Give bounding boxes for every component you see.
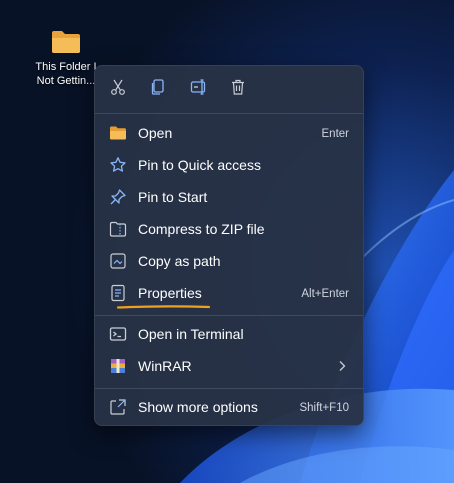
menu-separator: [95, 113, 363, 114]
properties-icon: [109, 284, 127, 302]
copy-path-icon: [109, 252, 127, 270]
menu-item-pin-to-start[interactable]: Pin to Start: [101, 183, 359, 211]
trash-icon: [229, 78, 247, 101]
menu-item-show-more-options-shortcut: Shift+F10: [299, 402, 349, 414]
desktop-folder-item[interactable]: This Folder I Not Gettin...: [28, 30, 104, 88]
menu-item-open-shortcut: Enter: [321, 128, 350, 140]
delete-button[interactable]: [227, 78, 249, 100]
menu-item-properties-label: Properties: [138, 285, 202, 301]
menu-item-copy-as-path-label: Copy as path: [138, 253, 221, 269]
menu-item-pin-quick-access-label: Pin to Quick access: [138, 157, 261, 173]
menu-item-pin-quick-access[interactable]: Pin to Quick access: [101, 151, 359, 179]
menu-item-open[interactable]: Open Enter: [101, 119, 359, 147]
menu-item-compress-zip-label: Compress to ZIP file: [138, 221, 265, 237]
menu-item-show-more-options[interactable]: Show more options Shift+F10: [101, 393, 359, 421]
menu-item-show-more-options-label: Show more options: [138, 399, 258, 415]
menu-item-winrar-label: WinRAR: [138, 358, 192, 374]
zip-icon: [109, 220, 127, 238]
menu-item-properties-shortcut: Alt+Enter: [301, 288, 349, 300]
terminal-icon: [109, 325, 127, 343]
menu-item-compress-zip[interactable]: Compress to ZIP file: [101, 215, 359, 243]
star-icon: [109, 156, 127, 174]
rename-button[interactable]: [188, 78, 210, 100]
scissors-icon: [109, 78, 127, 101]
context-menu: Open Enter Pin to Quick access Pin to St…: [94, 65, 364, 426]
menu-item-properties[interactable]: Properties Alt+Enter: [101, 279, 359, 309]
rename-icon: [190, 78, 208, 101]
folder-caption-line1: This Folder I: [35, 61, 97, 73]
cut-button[interactable]: [107, 78, 129, 100]
more-options-icon: [109, 398, 127, 416]
menu-item-open-label: Open: [138, 125, 173, 141]
menu-separator: [95, 315, 363, 316]
pin-icon: [109, 188, 127, 206]
copy-button[interactable]: [147, 78, 169, 100]
menu-item-winrar[interactable]: WinRAR: [101, 352, 359, 380]
menu-item-pin-to-start-label: Pin to Start: [138, 189, 208, 205]
winrar-icon: [109, 357, 127, 375]
folder-caption-line2: Not Gettin...: [36, 75, 96, 87]
menu-item-open-in-terminal-label: Open in Terminal: [138, 326, 244, 342]
folder-icon: [28, 30, 104, 54]
menu-separator: [95, 388, 363, 389]
folder-icon: [109, 124, 127, 142]
properties-highlight-underline: [116, 305, 211, 309]
menu-item-open-in-terminal[interactable]: Open in Terminal: [101, 320, 359, 348]
menu-item-copy-as-path[interactable]: Copy as path: [101, 247, 359, 275]
copy-icon: [149, 78, 167, 101]
context-menu-toolbar: [95, 66, 363, 112]
chevron-right-icon: [339, 361, 346, 371]
